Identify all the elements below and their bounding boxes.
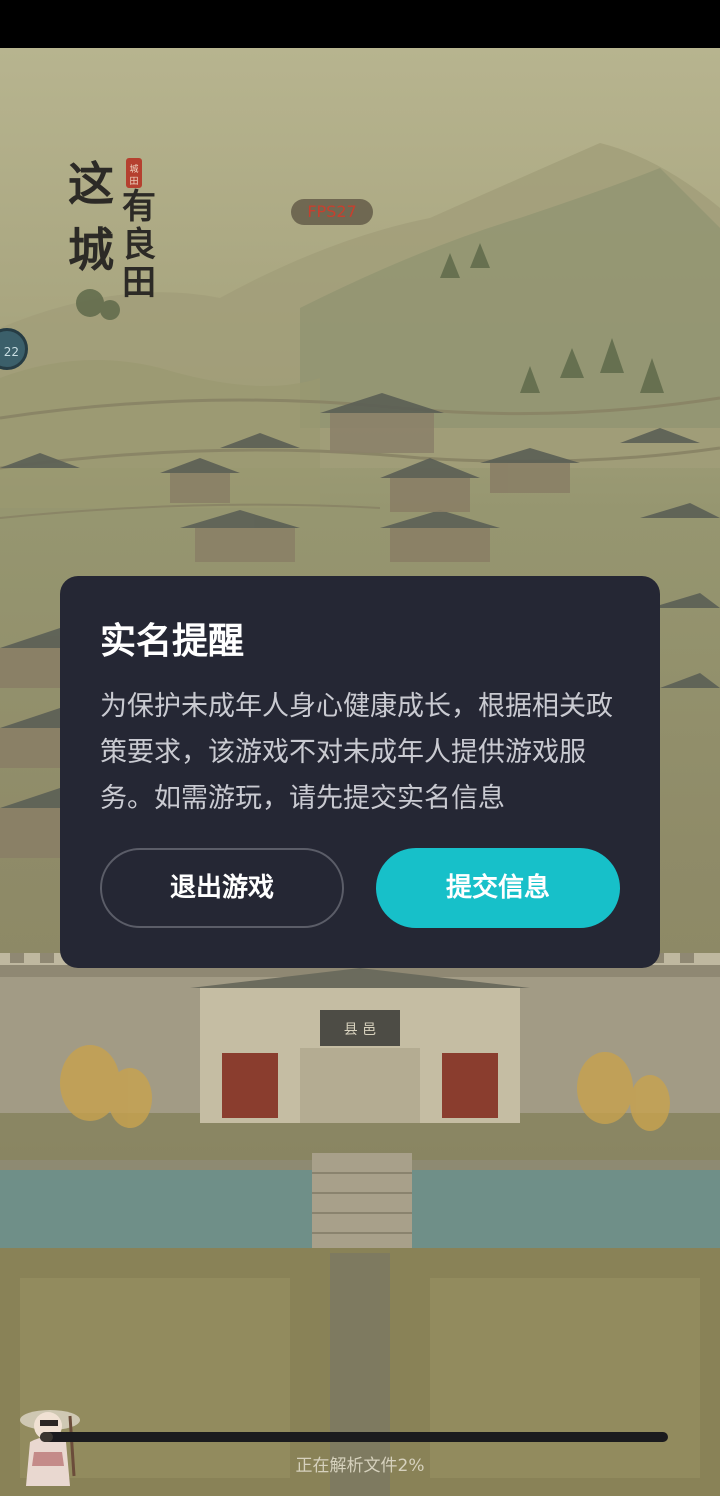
svg-text:城: 城 (129, 164, 138, 175)
game-logo: 这 城 有 良 田 城 田 (68, 157, 156, 298)
svg-text:县 邑: 县 邑 (344, 1022, 376, 1038)
svg-text:田: 田 (129, 176, 138, 187)
fps-counter: FPS27 (291, 199, 373, 225)
svg-text:有: 有 (122, 187, 156, 227)
svg-text:良: 良 (122, 225, 156, 265)
loading-progress-bar (40, 1432, 668, 1442)
dialog-actions: 退出游戏 提交信息 (100, 848, 620, 928)
dialog-message: 为保护未成年人身心健康成长，根据相关政策要求，该游戏不对未成年人提供游戏服务。如… (100, 691, 613, 814)
dialog-title: 实名提醒 (100, 621, 245, 662)
submit-info-button[interactable]: 提交信息 (376, 848, 620, 928)
svg-text:这: 这 (68, 157, 114, 211)
exit-game-button[interactable]: 退出游戏 (100, 848, 344, 928)
real-name-dialog: 实名提醒 为保护未成年人身心健康成长，根据相关政策要求，该游戏不对未成年人提供游… (60, 576, 660, 968)
loading-progress-fill (40, 1432, 53, 1442)
svg-text:城: 城 (68, 223, 114, 277)
svg-text:田: 田 (122, 263, 156, 298)
status-bar (0, 0, 720, 48)
loading-status-text: 正在解析文件2% (295, 1456, 425, 1476)
